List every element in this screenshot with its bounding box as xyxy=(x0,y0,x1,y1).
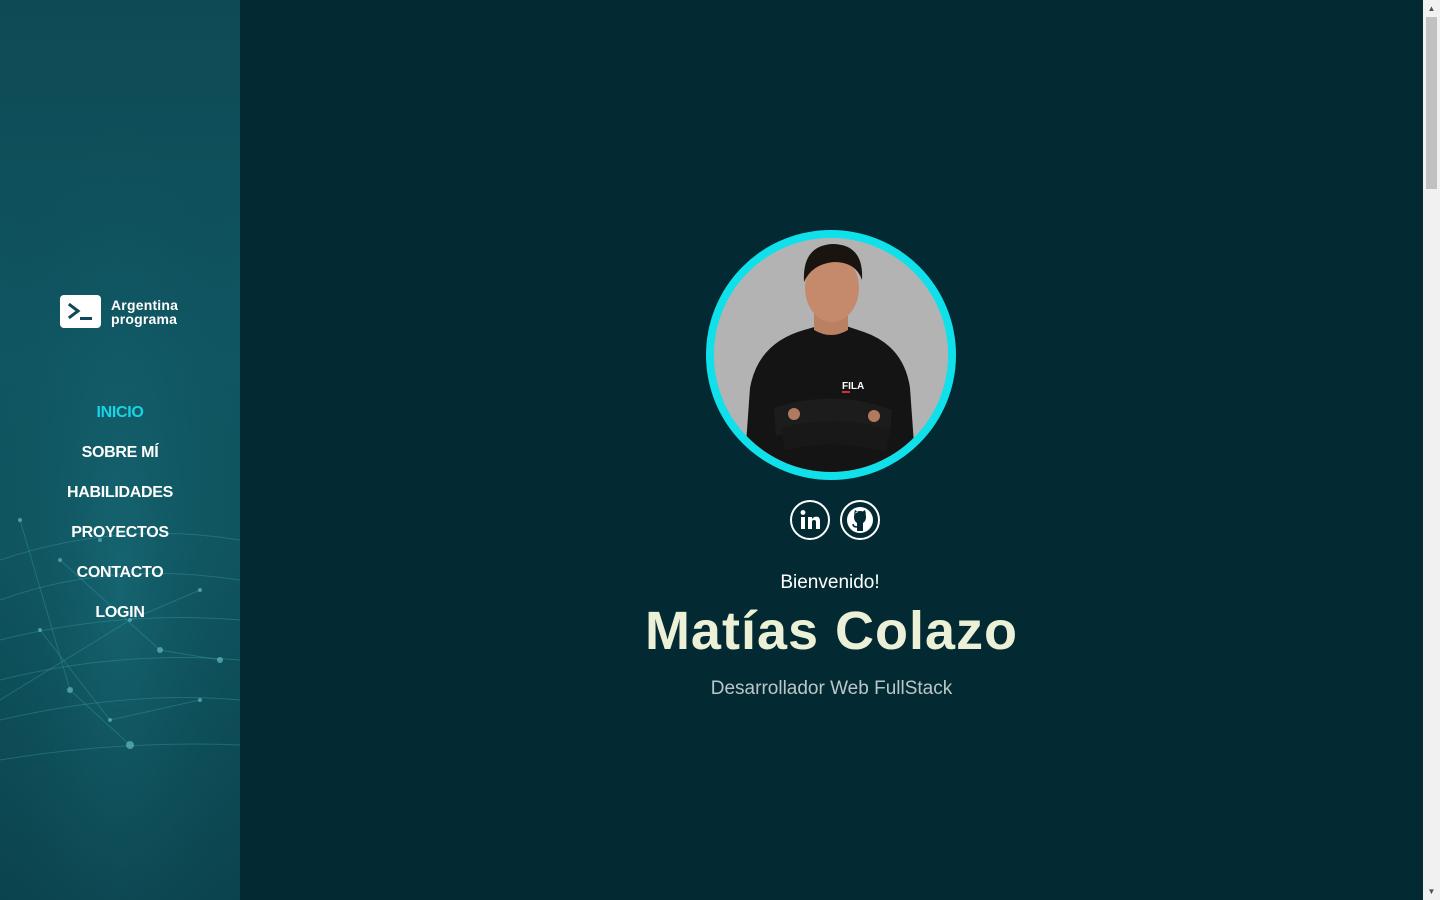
shirt-logo-text: FILA xyxy=(842,381,864,392)
scroll-thumb[interactable] xyxy=(1426,17,1437,189)
sidebar: Argentina programa INICIO SOBRE MÍ HABIL… xyxy=(0,0,240,900)
nav-item-inicio[interactable]: INICIO xyxy=(0,393,240,433)
profile-photo: FILA xyxy=(706,230,956,480)
social-links xyxy=(790,500,880,540)
vertical-scrollbar[interactable]: ▲ ▼ xyxy=(1423,0,1440,900)
nav-item-login[interactable]: LOGIN xyxy=(0,593,240,633)
nav-item-habilidades[interactable]: HABILIDADES xyxy=(0,473,240,513)
nav-item-proyectos[interactable]: PROYECTOS xyxy=(0,513,240,553)
brand-line1: Argentina xyxy=(111,296,179,313)
hero-name: Matías Colazo xyxy=(644,601,1019,661)
nav-menu: INICIO SOBRE MÍ HABILIDADES PROYECTOS CO… xyxy=(0,393,240,633)
greeting-text: Bienvenido! xyxy=(780,572,880,593)
scroll-down-arrow-icon[interactable]: ▼ xyxy=(1423,883,1440,900)
scroll-up-arrow-icon[interactable]: ▲ xyxy=(1423,0,1440,17)
brand-line2: programa xyxy=(111,310,178,327)
nav-item-contacto[interactable]: CONTACTO xyxy=(0,553,240,593)
linkedin-icon[interactable] xyxy=(790,500,830,540)
hero-section: FILA Bienvenido! Matías Colazo Desarroll… xyxy=(240,0,1423,900)
brand-logo[interactable]: Argentina programa xyxy=(60,295,178,328)
brand-name: Argentina programa xyxy=(111,298,178,326)
github-icon[interactable] xyxy=(840,500,880,540)
terminal-prompt-icon xyxy=(60,295,101,328)
hero-role: Desarrollador Web FullStack xyxy=(710,678,953,699)
nav-item-sobre-mi[interactable]: SOBRE MÍ xyxy=(0,433,240,473)
